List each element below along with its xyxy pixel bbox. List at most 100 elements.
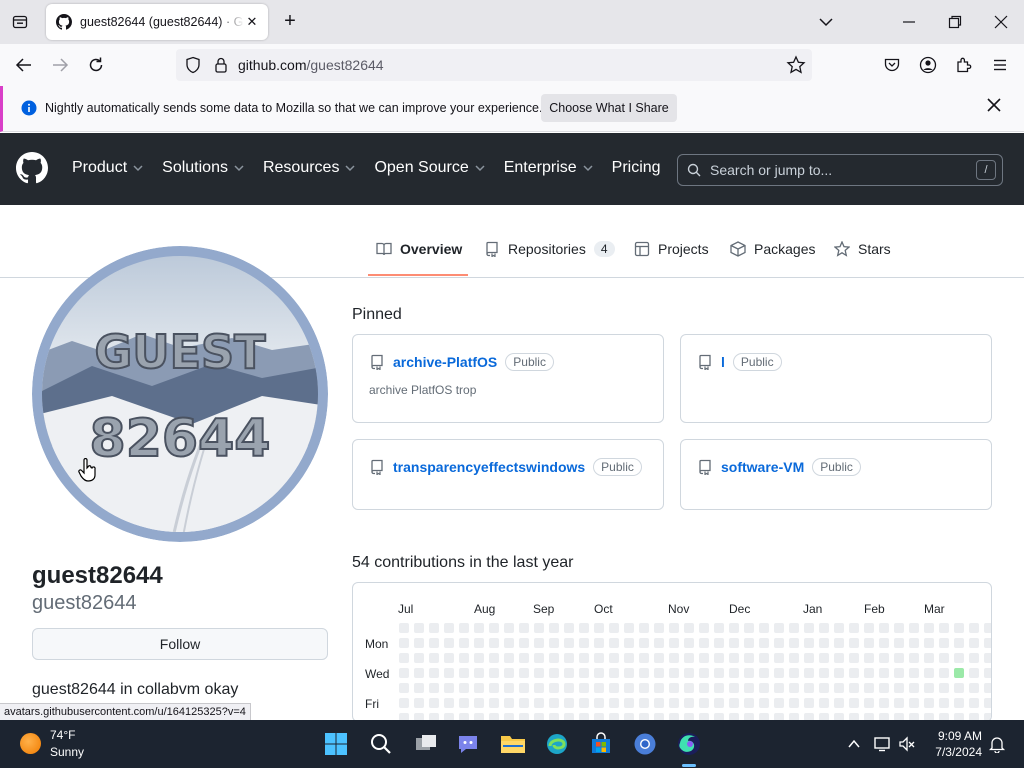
contribution-cell[interactable]: [819, 683, 829, 693]
contribution-cell[interactable]: [654, 698, 664, 708]
contribution-cell[interactable]: [879, 638, 889, 648]
contribution-cell[interactable]: [519, 638, 529, 648]
account-icon[interactable]: [916, 53, 940, 77]
start-icon[interactable]: [322, 730, 350, 758]
contribution-cell[interactable]: [474, 653, 484, 663]
contribution-cell[interactable]: [744, 623, 754, 633]
contribution-cell[interactable]: [969, 698, 979, 708]
contribution-cell[interactable]: [519, 668, 529, 678]
contribution-cell[interactable]: [909, 653, 919, 663]
contribution-cell[interactable]: [924, 698, 934, 708]
contribution-cell[interactable]: [534, 638, 544, 648]
contribution-cell[interactable]: [834, 653, 844, 663]
nav-pricing[interactable]: Pricing: [612, 159, 661, 177]
contribution-cell[interactable]: [879, 698, 889, 708]
contribution-cell[interactable]: [849, 653, 859, 663]
contribution-cell[interactable]: [819, 698, 829, 708]
contribution-cell[interactable]: [639, 653, 649, 663]
contribution-cell[interactable]: [669, 698, 679, 708]
contribution-cell[interactable]: [729, 668, 739, 678]
contribution-cell[interactable]: [924, 623, 934, 633]
contribution-cell[interactable]: [429, 683, 439, 693]
contribution-cell[interactable]: [624, 668, 634, 678]
notification-bell-icon[interactable]: [987, 734, 1007, 754]
contribution-cell[interactable]: [429, 638, 439, 648]
back-icon[interactable]: [12, 53, 36, 77]
pinned-repo-link[interactable]: software-VM: [721, 459, 804, 475]
contribution-cell[interactable]: [414, 683, 424, 693]
contribution-cell[interactable]: [609, 683, 619, 693]
chromium-icon[interactable]: [631, 730, 659, 758]
maximize-icon[interactable]: [943, 10, 967, 34]
contribution-cell[interactable]: [549, 698, 559, 708]
contribution-cell[interactable]: [714, 668, 724, 678]
contribution-cell[interactable]: [969, 668, 979, 678]
contribution-cell[interactable]: [699, 683, 709, 693]
contribution-cell[interactable]: [459, 683, 469, 693]
active-tab[interactable]: guest82644 (guest82644) · GitHub ✕: [46, 4, 268, 40]
contribution-cell[interactable]: [789, 638, 799, 648]
contribution-cell[interactable]: [489, 638, 499, 648]
contribution-cell[interactable]: [804, 638, 814, 648]
contribution-cell[interactable]: [474, 683, 484, 693]
window-close-icon[interactable]: [989, 10, 1013, 34]
contribution-cell[interactable]: [564, 623, 574, 633]
contribution-cell[interactable]: [639, 668, 649, 678]
contribution-cell[interactable]: [744, 683, 754, 693]
contribution-cell[interactable]: [489, 698, 499, 708]
contribution-cell[interactable]: [909, 638, 919, 648]
contribution-cell[interactable]: [579, 638, 589, 648]
contribution-cell[interactable]: [789, 653, 799, 663]
contribution-cell[interactable]: [864, 668, 874, 678]
contribution-cell[interactable]: [429, 698, 439, 708]
contribution-cell[interactable]: [639, 638, 649, 648]
contribution-cell[interactable]: [504, 638, 514, 648]
contribution-cell[interactable]: [654, 668, 664, 678]
contribution-cell[interactable]: [399, 698, 409, 708]
contribution-cell[interactable]: [714, 638, 724, 648]
contribution-cell[interactable]: [714, 653, 724, 663]
contribution-cell[interactable]: [894, 683, 904, 693]
contribution-cell[interactable]: [894, 698, 904, 708]
nav-solutions[interactable]: Solutions: [162, 159, 245, 177]
contribution-cell[interactable]: [429, 668, 439, 678]
contribution-cell[interactable]: [504, 623, 514, 633]
contribution-cell[interactable]: [804, 653, 814, 663]
contribution-cell[interactable]: [879, 683, 889, 693]
tab-repositories[interactable]: Repositories 4: [484, 241, 615, 257]
contribution-cell[interactable]: [504, 668, 514, 678]
contribution-cell[interactable]: [549, 668, 559, 678]
contribution-cell[interactable]: [459, 698, 469, 708]
contribution-cell[interactable]: [444, 668, 454, 678]
system-clock[interactable]: 9:09 AM 7/3/2024: [926, 728, 982, 760]
contribution-cell[interactable]: [834, 683, 844, 693]
contribution-cell[interactable]: [624, 638, 634, 648]
contribution-cell[interactable]: [819, 653, 829, 663]
contribution-cell[interactable]: [504, 653, 514, 663]
contribution-cell[interactable]: [729, 623, 739, 633]
contribution-cell[interactable]: [654, 683, 664, 693]
tab-packages[interactable]: Packages: [730, 241, 815, 257]
contribution-cell[interactable]: [699, 653, 709, 663]
contribution-cell[interactable]: [594, 638, 604, 648]
contribution-cell[interactable]: [744, 638, 754, 648]
nav-resources[interactable]: Resources: [263, 159, 356, 177]
contribution-cell[interactable]: [564, 698, 574, 708]
contribution-cell[interactable]: [519, 698, 529, 708]
contribution-cell[interactable]: [954, 698, 964, 708]
contribution-cell[interactable]: [939, 638, 949, 648]
contribution-cell[interactable]: [774, 698, 784, 708]
contribution-cell[interactable]: [699, 698, 709, 708]
contribution-cell[interactable]: [639, 698, 649, 708]
contribution-cell[interactable]: [984, 683, 991, 693]
contribution-cell[interactable]: [594, 683, 604, 693]
contribution-cell[interactable]: [534, 683, 544, 693]
contribution-cell[interactable]: [609, 698, 619, 708]
microsoft-store-icon[interactable]: [587, 730, 615, 758]
contribution-cell[interactable]: [789, 623, 799, 633]
contribution-cell[interactable]: [969, 653, 979, 663]
contribution-cell[interactable]: [984, 623, 991, 633]
contribution-cell[interactable]: [549, 653, 559, 663]
contribution-cell[interactable]: [879, 623, 889, 633]
tab-overview[interactable]: Overview: [376, 241, 462, 257]
